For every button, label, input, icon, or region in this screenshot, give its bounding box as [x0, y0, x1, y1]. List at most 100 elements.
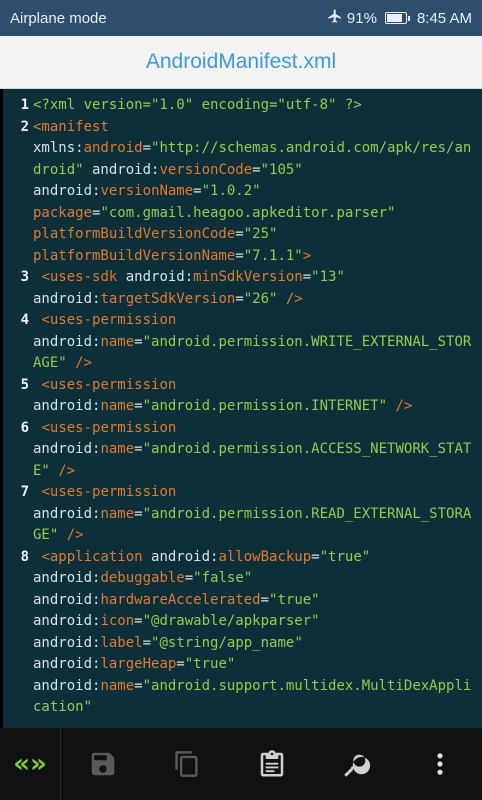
code-token: android:	[33, 183, 101, 199]
copy-button[interactable]	[145, 728, 229, 800]
status-bar: Airplane mode 91% 8:45 AM	[0, 0, 482, 36]
copy-icon	[173, 750, 201, 778]
code-token: "true"	[184, 656, 236, 672]
code-line[interactable]: 5 <uses-permission android:name="android…	[3, 375, 482, 418]
code-token: "@string/app_name"	[151, 634, 303, 651]
paste-button[interactable]	[229, 728, 313, 800]
code-token: =	[142, 140, 152, 156]
line-number: 2	[20, 118, 29, 135]
line-number: 3	[20, 269, 29, 285]
code-line[interactable]: 7 <uses-permission android:name="android…	[3, 482, 482, 547]
code-token: largeHeap	[100, 656, 177, 672]
code-line[interactable]: 2 <manifest xmlns:android="http://schemas…	[3, 117, 482, 268]
code-token: <uses-sdk	[33, 269, 118, 285]
double-chevron-icon: «»	[13, 749, 47, 779]
code-token: "7.1.1"	[243, 247, 303, 264]
code-line[interactable]: 4 <uses-permission android:name="android…	[3, 310, 482, 375]
code-token: =	[302, 269, 312, 285]
search-icon	[340, 748, 372, 780]
code-token: "105"	[260, 161, 303, 178]
code-token: >	[302, 247, 312, 264]
code-token: =	[260, 591, 270, 608]
code-token: />	[277, 290, 303, 307]
code-token: hardwareAccelerated	[100, 591, 261, 608]
code-token: =	[193, 183, 202, 199]
code-token: versionName	[100, 183, 194, 199]
code-line[interactable]: 1 <?xml version="1.0" encoding="utf-8" ?>	[3, 95, 482, 117]
code-token: />	[58, 527, 84, 543]
code-text: <uses-permission android:name="android.p…	[33, 375, 482, 418]
clock: 8:45 AM	[416, 9, 472, 27]
code-text: <uses-sdk android:minSdkVersion="13" and…	[33, 267, 482, 310]
code-token: android:	[33, 677, 101, 694]
more-vert-icon	[426, 750, 454, 778]
code-line[interactable]: 6 <uses-permission android:name="android…	[3, 418, 482, 483]
line-number: 5	[20, 376, 29, 393]
code-lines: 1 <?xml version="1.0" encoding="utf-8" ?>…	[3, 95, 482, 719]
code-token: minSdkVersion	[193, 269, 303, 285]
code-token: label	[100, 634, 143, 651]
code-token: android:	[33, 398, 101, 414]
code-token: name	[100, 333, 135, 350]
status-right: 91% 8:45 AM	[327, 8, 472, 28]
code-editor[interactable]: 1 <?xml version="1.0" encoding="utf-8" ?>…	[0, 89, 482, 728]
code-token: android:	[33, 613, 101, 629]
code-token: "com.gmail.heagoo.apkeditor.parser"	[100, 204, 396, 221]
code-token: name	[100, 505, 135, 522]
save-icon	[88, 749, 118, 779]
code-token: />	[66, 355, 93, 371]
code-token: "1.0.2"	[201, 183, 261, 199]
code-token: "true"	[269, 591, 320, 608]
code-token: allowBackup	[218, 548, 312, 565]
code-token: icon	[100, 613, 135, 629]
code-token: android:	[33, 441, 101, 457]
code-token: android:	[83, 161, 160, 178]
code-text: <uses-permission android:name="android.p…	[33, 482, 482, 547]
code-token: =	[134, 677, 143, 694]
code-token: versionCode	[159, 161, 253, 178]
code-token: =	[252, 161, 261, 178]
code-token: android:	[33, 591, 101, 608]
code-token: name	[100, 441, 135, 457]
code-line[interactable]: 8 <application android:allowBackup="true…	[3, 547, 482, 719]
code-token: =	[134, 398, 143, 414]
line-number: 6	[20, 419, 29, 436]
code-text: <application android:allowBackup="true" …	[33, 547, 482, 719]
code-token: android	[83, 140, 143, 156]
code-token: "true"	[319, 548, 371, 565]
code-token: android:	[142, 548, 219, 565]
code-text: <uses-permission android:name="android.p…	[33, 310, 482, 375]
nav-toggle-button[interactable]: «»	[0, 728, 61, 800]
search-button[interactable]	[314, 728, 398, 800]
battery-icon	[384, 12, 410, 24]
code-token: android:	[33, 634, 101, 651]
code-token: <uses-permission	[33, 484, 177, 500]
code-token: <uses-permission	[33, 419, 177, 436]
code-token: =	[134, 441, 143, 457]
code-token: name	[100, 398, 135, 414]
code-token: "false"	[193, 570, 253, 586]
code-token: android:	[33, 656, 101, 672]
code-token: android:	[33, 333, 101, 350]
code-token: platformBuildVersionCode	[33, 226, 236, 242]
line-number: 8	[20, 548, 29, 565]
code-token: platformBuildVersionName	[33, 247, 236, 264]
line-number: 4	[20, 312, 29, 328]
more-options-button[interactable]	[398, 728, 482, 800]
file-title: AndroidManifest.xml	[145, 50, 337, 73]
code-token: =	[134, 333, 143, 350]
code-token: =	[134, 613, 143, 629]
code-token: "26"	[243, 290, 278, 307]
code-token: "13"	[311, 269, 345, 285]
code-token: =	[311, 548, 320, 565]
code-token: <uses-permission	[33, 376, 177, 393]
line-number: 1	[20, 97, 29, 113]
airplane-icon	[327, 8, 343, 28]
line-number: 7	[20, 484, 29, 500]
code-token: =	[235, 226, 244, 242]
code-token: name	[100, 677, 135, 694]
airplane-mode-label: Airplane mode	[10, 9, 107, 27]
code-token: =	[134, 505, 143, 522]
code-line[interactable]: 3 <uses-sdk android:minSdkVersion="13" a…	[3, 267, 482, 310]
save-button[interactable]	[61, 728, 145, 800]
